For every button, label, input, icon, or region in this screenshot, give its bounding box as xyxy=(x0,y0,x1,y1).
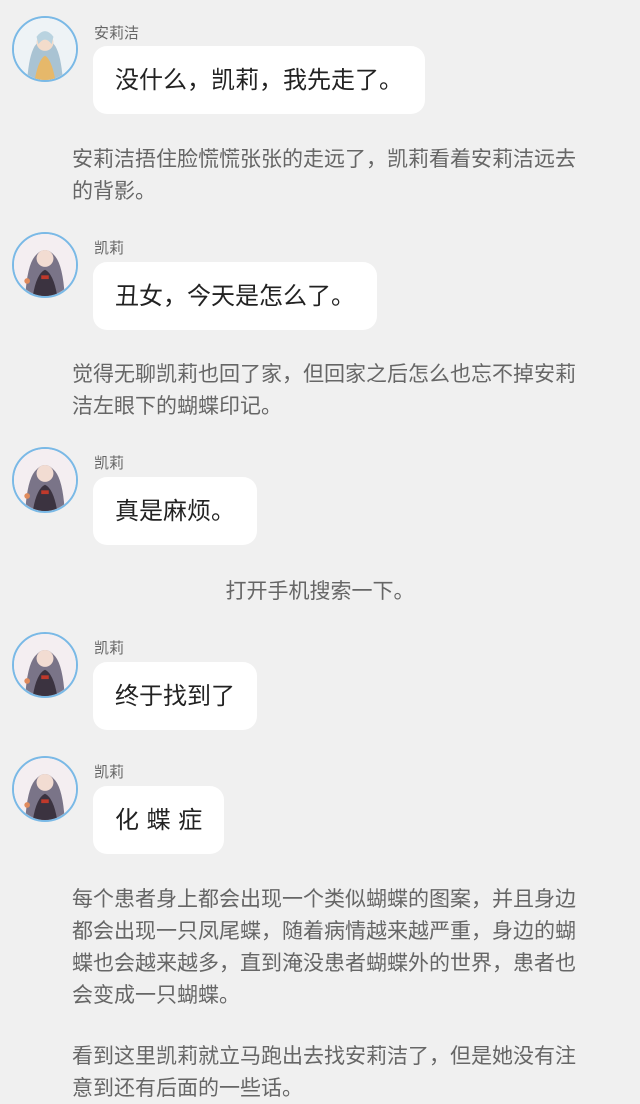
avatar-kaili[interactable] xyxy=(12,447,78,513)
chat-bubble[interactable]: 丑女，今天是怎么了。 xyxy=(93,262,377,330)
speaker-name: 安莉洁 xyxy=(94,24,140,42)
narration-text: 觉得无聊凯莉也回了家，但回家之后怎么也忘不掉安莉洁左眼下的蝴蝶印记。 xyxy=(72,362,576,418)
avatar-anliejie[interactable] xyxy=(12,16,78,82)
narration-text: 安莉洁捂住脸慌慌张张的走远了，凯莉看着安莉洁远去的背影。 xyxy=(72,147,576,203)
speaker-name: 凯莉 xyxy=(94,239,125,257)
avatar-kaili[interactable] xyxy=(12,756,78,822)
kaili-avatar-icon xyxy=(14,758,76,820)
kaili-avatar-icon xyxy=(14,449,76,511)
chat-bubble[interactable]: 真是麻烦。 xyxy=(93,477,257,545)
avatar-kaili[interactable] xyxy=(12,632,78,698)
chat-bubble[interactable]: 化 蝶 症 xyxy=(93,786,225,854)
chat-bubble[interactable]: 没什么，凯莉，我先走了。 xyxy=(93,46,425,114)
narration-text: 每个患者身上都会出现一个类似蝴蝶的图案，并且身边都会出现一只凤尾蝶，随着病情越来… xyxy=(72,887,576,1007)
narration-text: 打开手机搜索一下。 xyxy=(225,579,415,603)
chat-bubble[interactable]: 终于找到了 xyxy=(93,662,257,730)
speaker-name: 凯莉 xyxy=(94,763,125,781)
kaili-avatar-icon xyxy=(14,634,76,696)
narration-text: 看到这里凯莉就立马跑出去找安莉洁了，但是她没有注意到还有后面的一些话。 xyxy=(72,1044,576,1100)
anliejie-avatar-icon xyxy=(14,18,76,80)
speaker-name: 凯莉 xyxy=(94,454,125,472)
speaker-name: 凯莉 xyxy=(94,639,125,657)
kaili-avatar-icon xyxy=(14,234,76,296)
avatar-kaili[interactable] xyxy=(12,232,78,298)
